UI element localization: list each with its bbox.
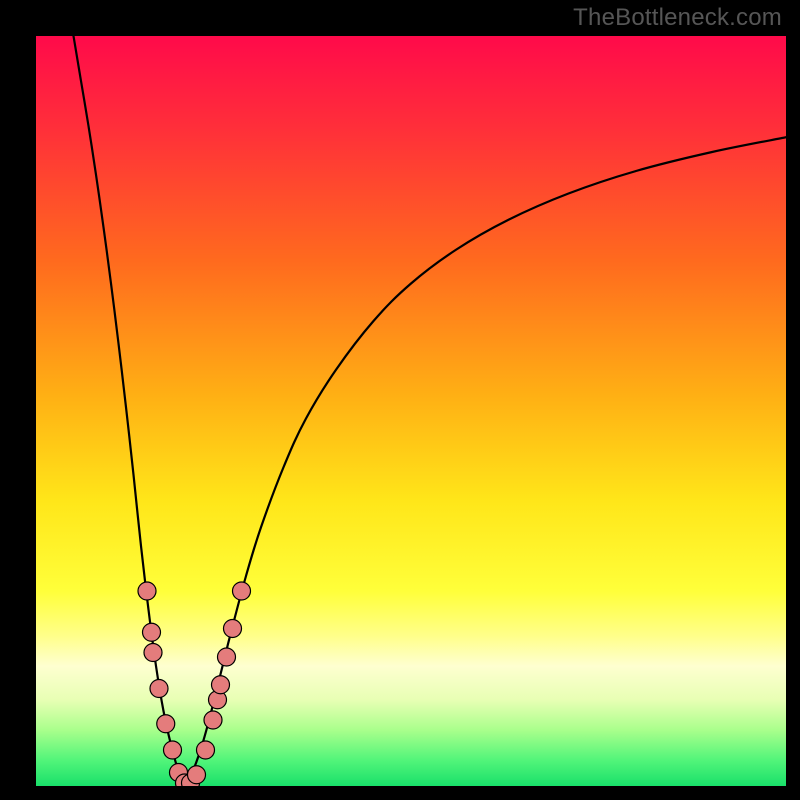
gradient-background <box>36 36 786 786</box>
data-dot <box>144 644 162 662</box>
data-dot <box>204 711 222 729</box>
watermark-text: TheBottleneck.com <box>573 4 782 32</box>
chart-svg <box>36 36 786 786</box>
plot-area <box>36 36 786 786</box>
chart-frame: TheBottleneck.com <box>0 0 800 800</box>
data-dot <box>197 741 215 759</box>
data-dot <box>218 648 236 666</box>
data-dot <box>138 582 156 600</box>
data-dot <box>150 680 168 698</box>
data-dot <box>157 715 175 733</box>
data-dot <box>233 582 251 600</box>
data-dot <box>164 741 182 759</box>
data-dot <box>212 676 230 694</box>
data-dot <box>188 766 206 784</box>
data-dot <box>224 620 242 638</box>
data-dot <box>143 623 161 641</box>
